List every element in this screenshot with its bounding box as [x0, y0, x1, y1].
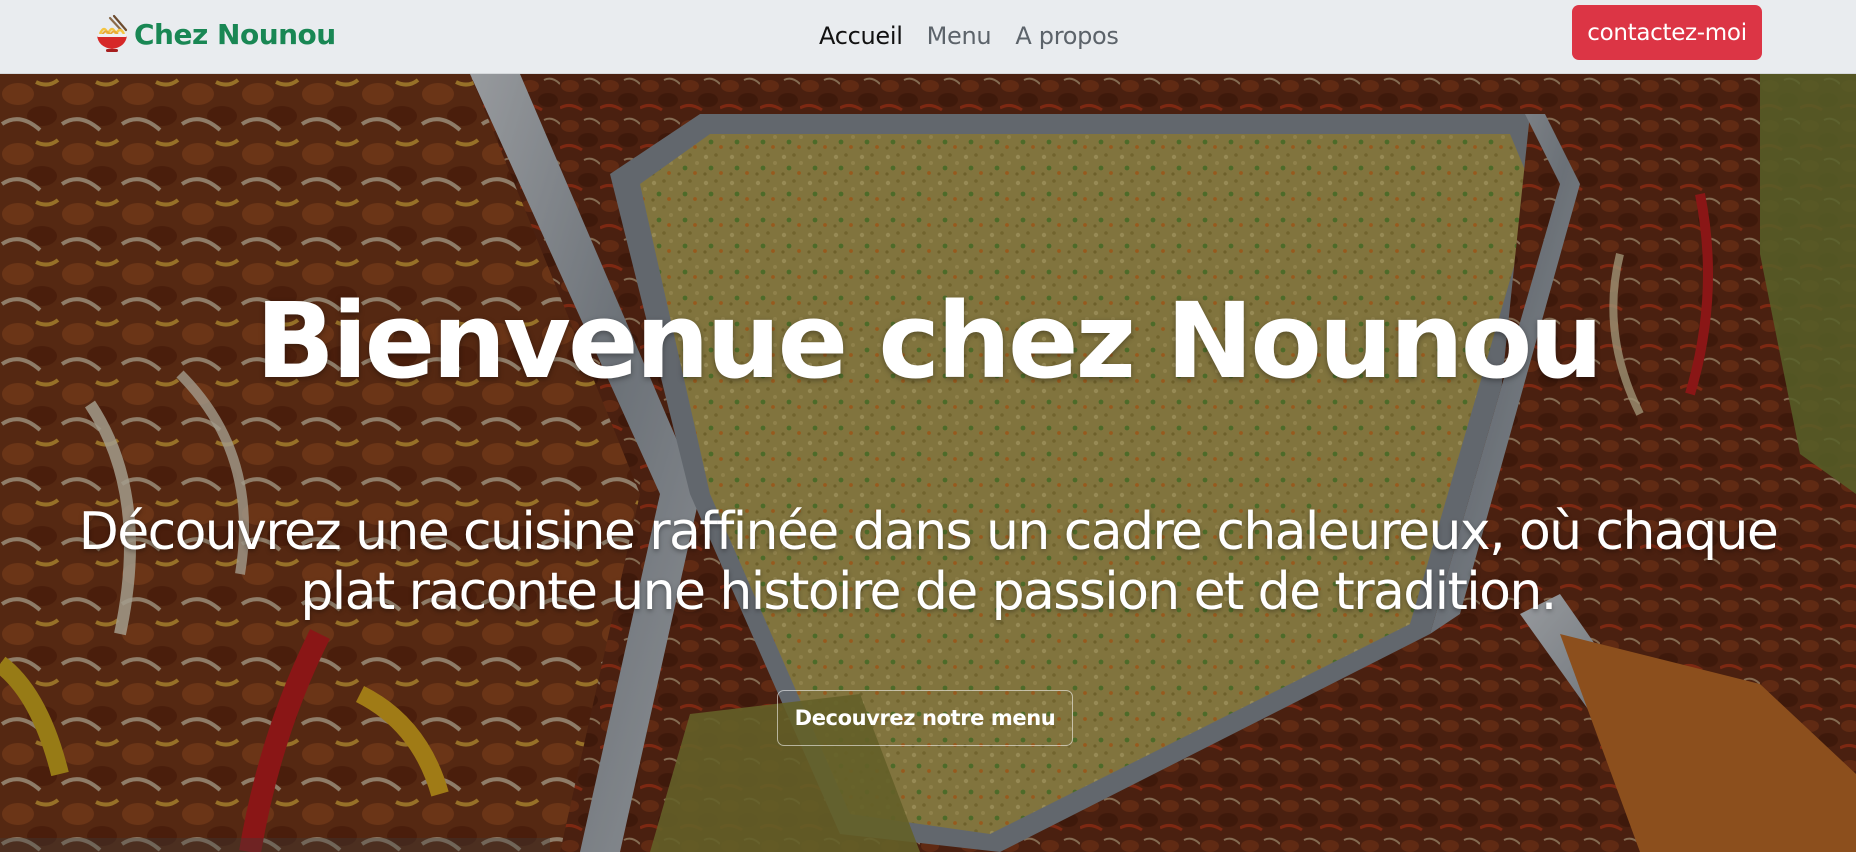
- noodle-bowl-icon: [94, 14, 130, 54]
- brand-name: Chez Nounou: [134, 17, 336, 51]
- navbar: Chez Nounou Accueil Menu A propos contac…: [0, 0, 1856, 74]
- nav-link-a-propos[interactable]: A propos: [1015, 22, 1119, 50]
- hero-subtitle-line-2: plat raconte une histoire de passion et …: [300, 562, 1557, 622]
- brand-link[interactable]: Chez Nounou: [94, 12, 336, 56]
- nav-menu: Accueil Menu A propos: [819, 18, 1119, 54]
- hero-section: Bienvenue chez Nounou Découvrez une cuis…: [0, 74, 1856, 852]
- nav-link-accueil[interactable]: Accueil: [819, 22, 903, 50]
- nav-link-menu[interactable]: Menu: [927, 22, 992, 50]
- hero-subtitle-line-1: Découvrez une cuisine raffinée dans un c…: [78, 502, 1779, 562]
- hero-title: Bienvenue chez Nounou: [255, 280, 1604, 402]
- contact-button[interactable]: contactez-moi: [1572, 5, 1762, 60]
- status-strip: [0, 838, 550, 852]
- discover-menu-button[interactable]: Decouvrez notre menu: [777, 690, 1073, 746]
- hero-subtitle: Découvrez une cuisine raffinée dans un c…: [10, 502, 1846, 622]
